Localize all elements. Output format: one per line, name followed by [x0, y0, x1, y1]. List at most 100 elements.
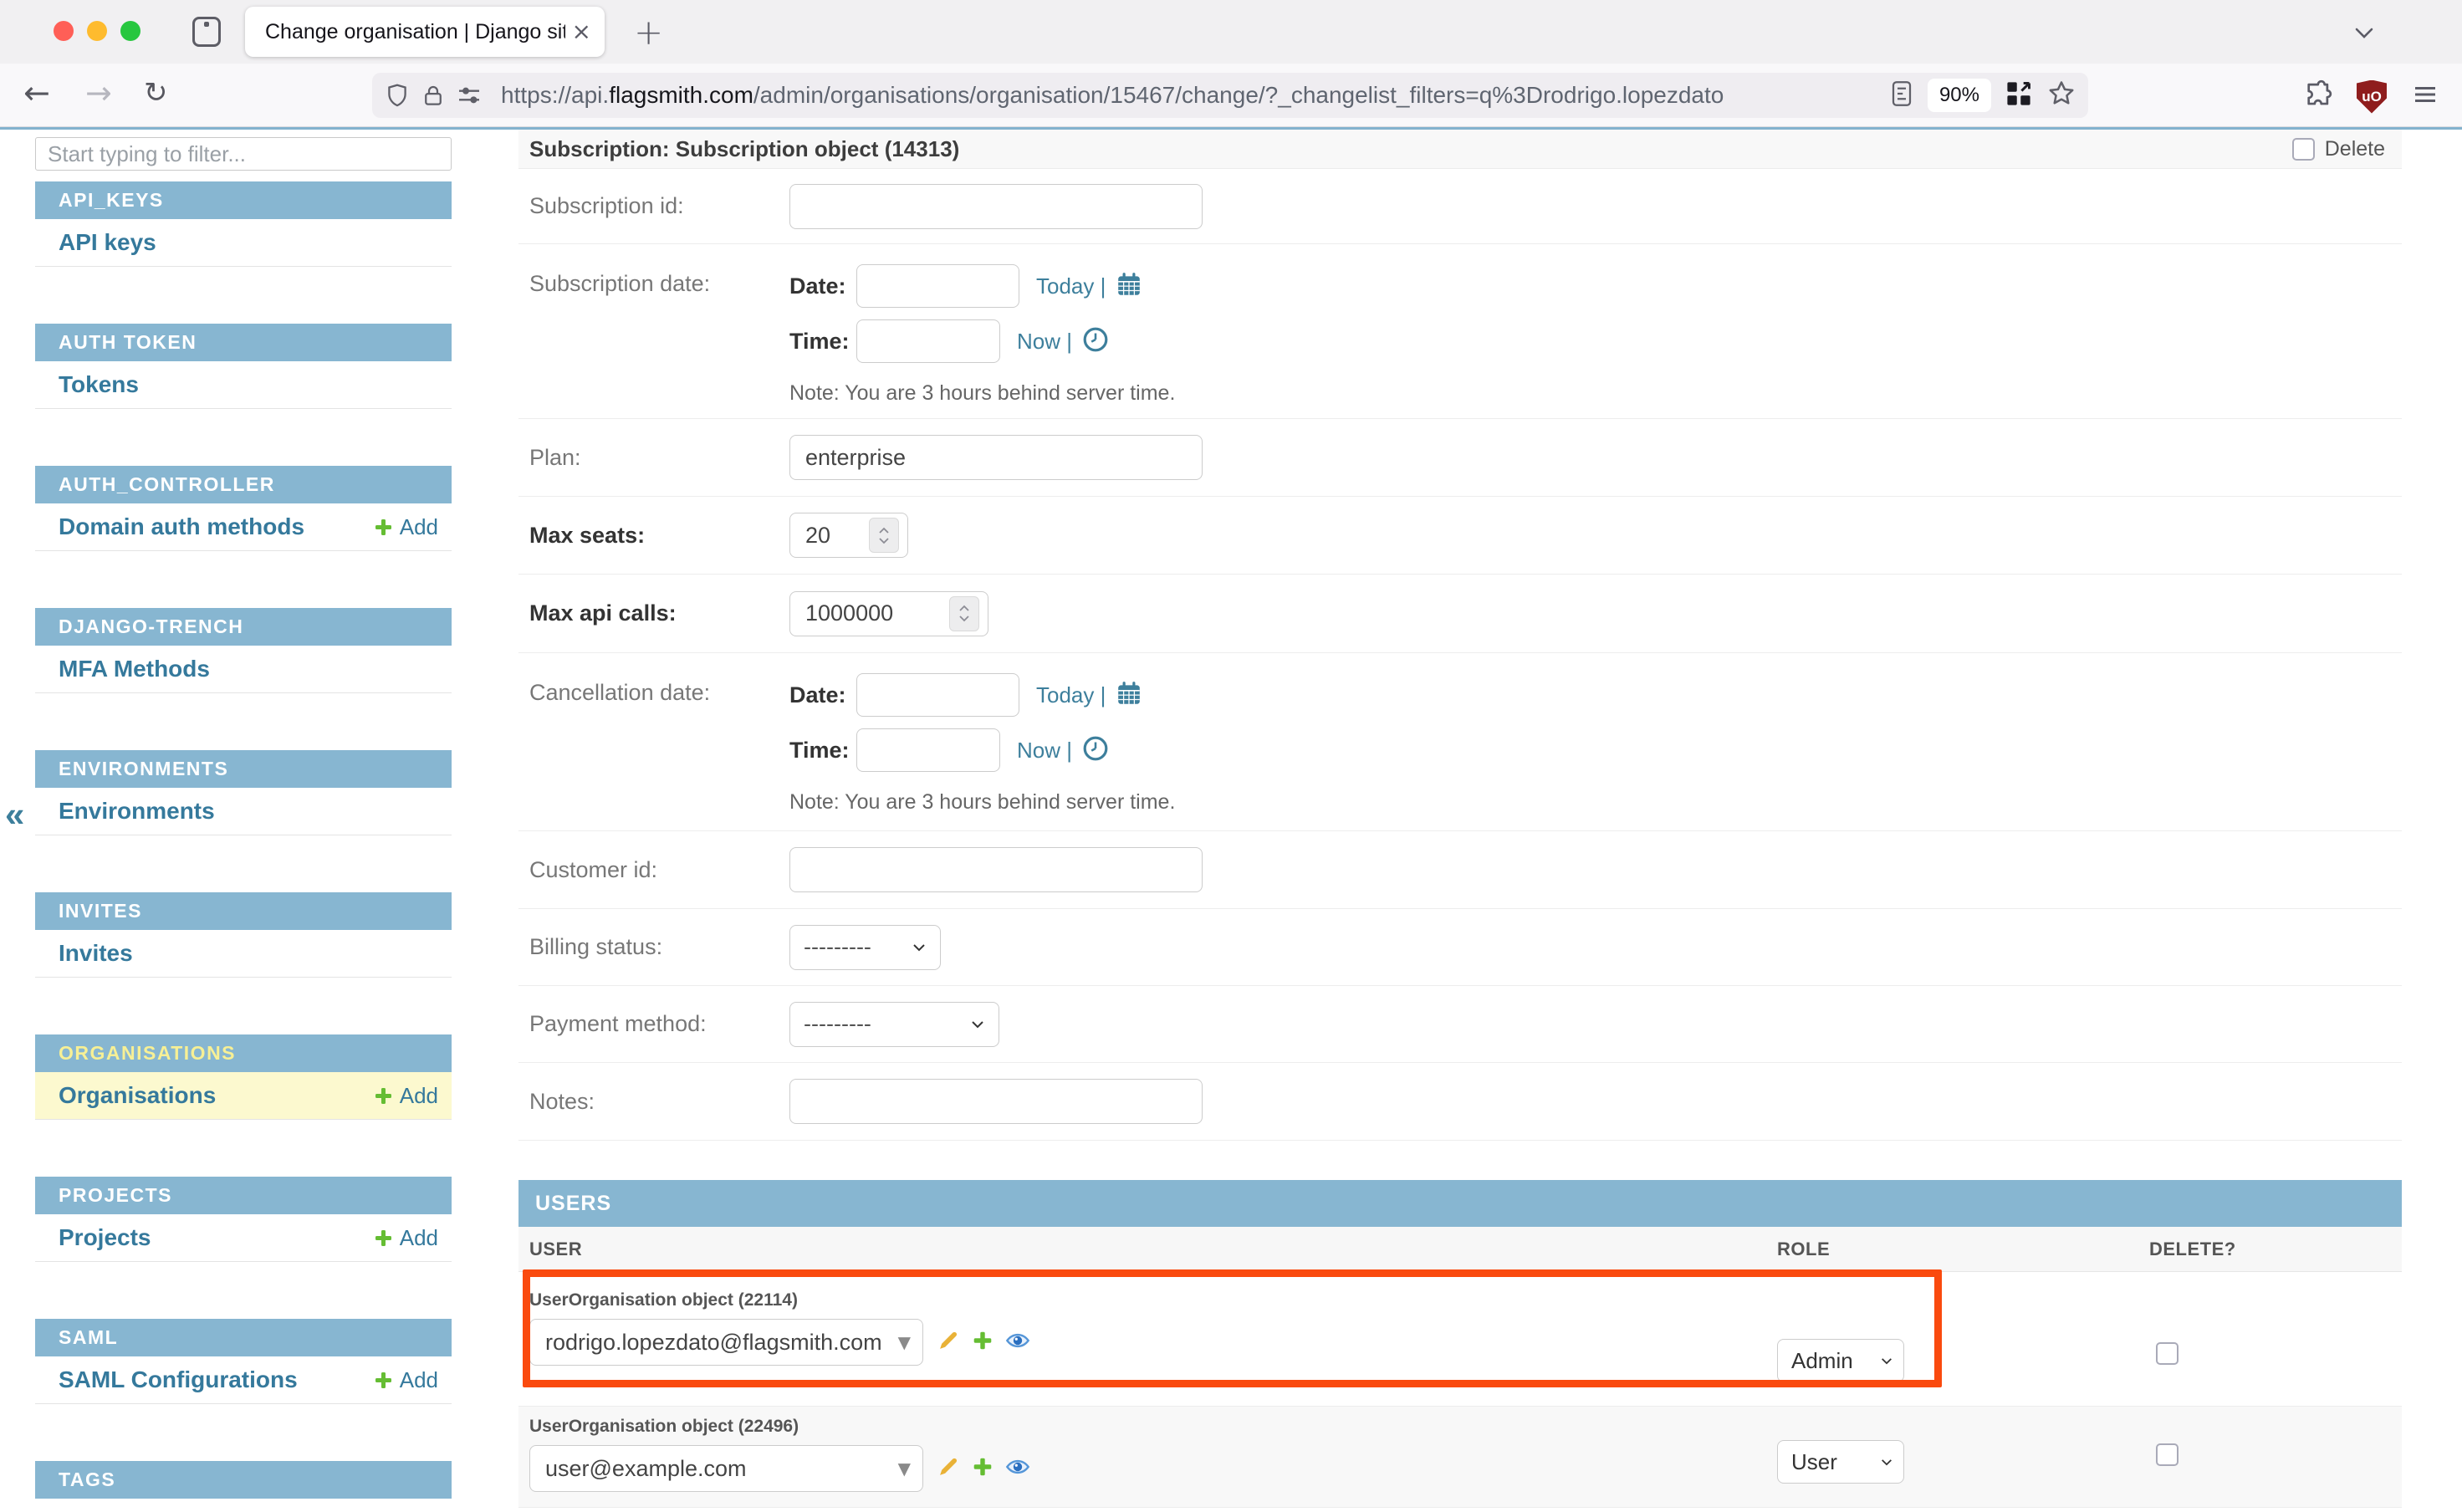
add-plus-icon[interactable] [972, 1330, 993, 1356]
url-text[interactable]: https://api.flagsmith.com/admin/organisa… [501, 82, 1879, 109]
tracking-shield-icon[interactable] [384, 82, 411, 109]
sidebar-item-api-keys[interactable]: API keys [35, 219, 452, 267]
zoom-level-indicator[interactable]: 90% [1928, 79, 1991, 112]
sidebar-item-label[interactable]: API keys [59, 229, 156, 256]
forward-button[interactable]: → [85, 77, 112, 109]
sidebar-collapse-button[interactable]: « [5, 794, 24, 835]
lock-icon[interactable] [421, 82, 446, 109]
plus-icon [373, 517, 393, 537]
sidebar-section-header: DJANGO-TRENCH [35, 608, 452, 646]
extension-grid-icon[interactable] [2005, 79, 2033, 112]
notes-input[interactable] [789, 1079, 1203, 1124]
permissions-icon[interactable] [456, 82, 483, 109]
tab-close-icon[interactable]: × [572, 20, 591, 43]
new-tab-button[interactable]: + [634, 12, 663, 53]
sidebar-item-label[interactable]: Organisations [59, 1082, 216, 1109]
number-stepper[interactable] [949, 596, 979, 631]
reload-button[interactable]: ↻ [144, 79, 168, 107]
sidebar-item-label[interactable]: Tokens [59, 371, 139, 398]
user-select[interactable]: rodrigo.lopezdato@flagsmith.com ▼ [529, 1319, 923, 1366]
add-label[interactable]: Add [400, 1083, 438, 1109]
view-eye-icon[interactable] [1005, 1457, 1030, 1481]
sidebar-item-label[interactable]: Projects [59, 1224, 151, 1251]
sidebar-section-header: PROJECTS [35, 1177, 452, 1214]
sidebar-add-link[interactable]: Add [373, 1083, 438, 1109]
admin-sidebar: API_KEYS API keys AUTH TOKEN Tokens AUTH… [35, 130, 452, 1511]
sidebar-module-django-trench: DJANGO-TRENCH MFA Methods [35, 608, 452, 693]
sidebar-filter-input[interactable] [35, 137, 452, 171]
edit-pencil-icon[interactable] [937, 1329, 960, 1356]
max-seats-input[interactable]: 20 [789, 513, 908, 558]
cancellation-date-input[interactable] [856, 673, 1019, 717]
today-link[interactable]: Today | [1036, 682, 1106, 708]
add-label[interactable]: Add [400, 1225, 438, 1251]
number-stepper[interactable] [869, 518, 899, 553]
toolbar-right: uO [2301, 79, 2440, 115]
sidebar-item-tokens[interactable]: Tokens [35, 361, 452, 409]
clock-icon[interactable] [1082, 326, 1109, 357]
reader-view-icon[interactable] [1889, 79, 1914, 112]
sidebar-item-label[interactable]: MFA Methods [59, 656, 210, 682]
customer-id-input[interactable] [789, 847, 1203, 892]
module-title: Subscription: Subscription object (14313… [529, 136, 959, 162]
ublock-origin-icon[interactable]: uO [2357, 80, 2387, 114]
sidebar-item-organisations[interactable]: Organisations Add [35, 1072, 452, 1120]
subscription-date-input[interactable] [856, 264, 1019, 308]
sidebar-item-invites[interactable]: Invites [35, 930, 452, 978]
sidebar-item-label[interactable]: Tags [59, 1509, 111, 1512]
subscription-id-input[interactable] [789, 184, 1203, 229]
window-minimize-button[interactable] [87, 21, 107, 41]
role-select[interactable]: User [1777, 1440, 1904, 1484]
role-select[interactable]: Admin [1777, 1339, 1904, 1382]
sidebar-item-label[interactable]: Domain auth methods [59, 513, 304, 540]
window-close-button[interactable] [54, 21, 74, 41]
user-select[interactable]: user@example.com ▼ [529, 1445, 923, 1492]
now-link[interactable]: Now | [1017, 329, 1072, 355]
date-label: Date: [789, 273, 856, 299]
calendar-icon[interactable] [1116, 271, 1142, 302]
sidebar-item-projects[interactable]: Projects Add [35, 1214, 452, 1262]
calendar-icon[interactable] [1116, 680, 1142, 711]
add-label[interactable]: Add [400, 1367, 438, 1393]
sidebar-item-label[interactable]: Invites [59, 940, 133, 967]
edit-pencil-icon[interactable] [937, 1455, 960, 1483]
max-api-calls-input[interactable]: 1000000 [789, 591, 988, 636]
sidebar-item-label[interactable]: Environments [59, 798, 215, 825]
menu-hamburger-icon[interactable] [2410, 79, 2440, 114]
add-plus-icon[interactable] [972, 1456, 993, 1482]
now-link[interactable]: Now | [1017, 738, 1072, 764]
sidebar-item-environments[interactable]: Environments [35, 788, 452, 835]
firefox-view-icon[interactable] [192, 17, 221, 47]
sidebar-item-tags[interactable]: Tags [35, 1499, 452, 1512]
clock-icon[interactable] [1082, 735, 1109, 766]
billing-status-select[interactable]: --------- [789, 925, 941, 970]
change-form: Subscription: Subscription object (14313… [518, 130, 2402, 1511]
back-button[interactable]: ← [23, 77, 50, 109]
cancellation-time-input[interactable] [856, 728, 1000, 772]
tab-list-chevron-icon[interactable] [2350, 18, 2378, 51]
sidebar-item-saml-configurations[interactable]: SAML Configurations Add [35, 1356, 452, 1404]
view-eye-icon[interactable] [1005, 1331, 1030, 1355]
sidebar-item-domain-auth-methods[interactable]: Domain auth methods Add [35, 503, 452, 551]
sidebar-add-link[interactable]: Add [373, 1367, 438, 1393]
row-delete-checkbox[interactable] [2156, 1443, 2179, 1466]
delete-checkbox[interactable] [2292, 138, 2315, 161]
url-bar[interactable]: https://api.flagsmith.com/admin/organisa… [372, 73, 2088, 118]
sidebar-add-link[interactable]: Add [373, 514, 438, 540]
extensions-puzzle-icon[interactable] [2301, 79, 2333, 115]
sidebar-item-mfa-methods[interactable]: MFA Methods [35, 646, 452, 693]
module-title-rest: Subscription object (14313) [670, 136, 960, 161]
related-widget-actions [937, 1329, 1030, 1356]
bookmark-star-icon[interactable] [2046, 79, 2076, 113]
url-path: /admin/organisations/organisation/15467/… [753, 82, 1724, 108]
tab-active[interactable]: Change organisation | Django site admin … [245, 7, 605, 57]
subscription-time-input[interactable] [856, 319, 1000, 363]
add-label[interactable]: Add [400, 514, 438, 540]
payment-method-select[interactable]: --------- [789, 1002, 999, 1047]
row-delete-checkbox[interactable] [2156, 1342, 2179, 1365]
sidebar-item-label[interactable]: SAML Configurations [59, 1366, 298, 1393]
plan-input[interactable] [789, 435, 1203, 480]
window-zoom-button[interactable] [120, 21, 140, 41]
today-link[interactable]: Today | [1036, 273, 1106, 299]
sidebar-add-link[interactable]: Add [373, 1225, 438, 1251]
